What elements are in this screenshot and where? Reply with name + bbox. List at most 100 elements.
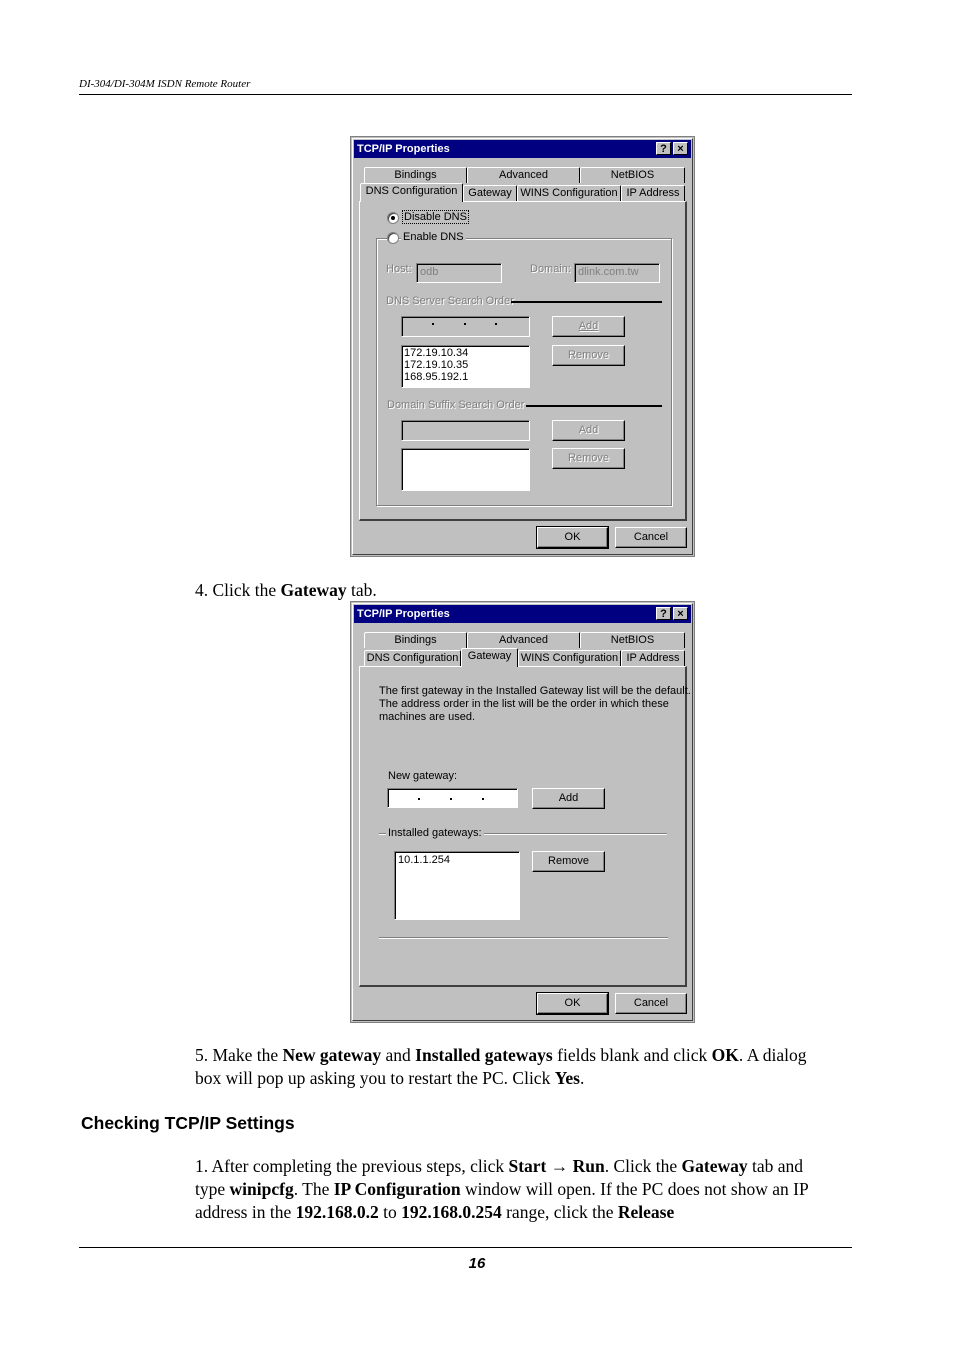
suffix-input[interactable] xyxy=(401,420,530,441)
tab-wins-configuration[interactable]: WINS Configuration xyxy=(518,650,621,666)
title-bar[interactable]: TCP/IP Properties ? × xyxy=(354,605,691,623)
ok-button[interactable]: OK xyxy=(536,992,609,1015)
installed-gateways-list[interactable]: 10.1.1.254 xyxy=(394,851,520,920)
dns-ip-input[interactable] xyxy=(401,316,530,337)
tab-bindings[interactable]: Bindings xyxy=(364,632,467,648)
suffix-add-label: Add xyxy=(578,424,599,436)
suffix-add-button[interactable]: Add xyxy=(552,420,625,441)
domain-label: Domain: xyxy=(530,263,571,275)
bold-run: 192.168.0.2 xyxy=(295,1202,379,1222)
bold-run: Run xyxy=(572,1156,605,1176)
new-gateway-input[interactable] xyxy=(387,788,518,808)
arrow-icon: → xyxy=(546,1156,573,1176)
ip-separator xyxy=(495,323,497,325)
domain-field[interactable]: dlink.com.tw xyxy=(574,263,660,283)
tab-netbios[interactable]: NetBIOS xyxy=(580,167,685,183)
step-5-text: 5. Make the New gateway and Installed ga… xyxy=(195,1044,835,1090)
info-line: The first gateway in the Installed Gatew… xyxy=(379,685,691,697)
text-run: tab. xyxy=(346,580,377,600)
step-4-text: 4. Click the Gateway tab. xyxy=(195,579,377,602)
enable-dns-radio[interactable] xyxy=(387,232,399,244)
section-heading: Checking TCP/IP Settings xyxy=(81,1113,295,1133)
close-icon[interactable]: × xyxy=(673,607,688,620)
tab-advanced[interactable]: Advanced xyxy=(467,632,580,648)
ip-separator xyxy=(464,323,466,325)
tab-panel: Disable DNS Enable DNS Host: odb Domain:… xyxy=(359,201,687,521)
list-item[interactable]: 10.1.1.254 xyxy=(398,854,516,866)
list-item[interactable]: 172.19.10.34 xyxy=(404,347,527,359)
remove-gateway-button[interactable]: Remove xyxy=(532,851,605,872)
tab-dns-configuration[interactable]: DNS Configuration xyxy=(364,650,461,666)
help-icon[interactable]: ? xyxy=(656,607,671,620)
host-label: Host: xyxy=(386,263,412,275)
info-line: The address order in the list will be th… xyxy=(379,698,669,710)
tcpip-dialog-dns: TCP/IP Properties ? × Bindings Advanced … xyxy=(350,136,695,557)
add-gateway-button[interactable]: Add xyxy=(532,788,605,809)
tcpip-dialog-gateway: TCP/IP Properties ? × Bindings Advanced … xyxy=(350,601,695,1023)
ip-separator xyxy=(418,798,420,800)
group-divider xyxy=(526,405,662,407)
installed-gateways-label: Installed gateways: xyxy=(386,827,484,839)
tab-wins-configuration[interactable]: WINS Configuration xyxy=(517,185,621,201)
suffix-order-label: Domain Suffix Search Order xyxy=(387,399,525,411)
suffix-list[interactable] xyxy=(401,448,530,491)
tab-panel: The first gateway in the Installed Gatew… xyxy=(359,666,691,987)
text-run: fields blank and click xyxy=(552,1045,712,1065)
text-run: . xyxy=(579,1068,585,1088)
bold-run: Gateway xyxy=(280,580,347,600)
ip-separator xyxy=(450,798,452,800)
dns-add-button[interactable]: Add xyxy=(552,316,625,337)
tab-dns-configuration[interactable]: DNS Configuration xyxy=(360,183,463,202)
host-field[interactable]: odb xyxy=(416,263,502,283)
dns-remove-label: Remove xyxy=(568,349,609,361)
dns-server-list[interactable]: 172.19.10.34 172.19.10.35 168.95.192.1 xyxy=(401,345,530,388)
cancel-button[interactable]: Cancel xyxy=(615,993,687,1014)
ok-button[interactable]: OK xyxy=(536,526,609,549)
tab-gateway[interactable]: Gateway xyxy=(461,648,518,667)
step-1-text: 1. After completing the previous steps, … xyxy=(195,1155,837,1224)
tab-advanced[interactable]: Advanced xyxy=(467,167,580,183)
disable-dns-radio[interactable] xyxy=(387,212,399,224)
text-run: to xyxy=(378,1202,402,1222)
ip-separator xyxy=(432,323,434,325)
close-icon[interactable]: × xyxy=(673,142,688,155)
tab-ip-address[interactable]: IP Address xyxy=(621,185,685,201)
new-gateway-label: New gateway: xyxy=(388,770,458,782)
list-item[interactable]: 168.95.192.1 xyxy=(404,371,527,383)
running-head: DI-304/DI-304M ISDN Remote Router xyxy=(79,78,251,90)
text-run: 1. After completing the previous steps, … xyxy=(195,1156,509,1176)
cancel-button[interactable]: Cancel xyxy=(615,527,687,548)
suffix-remove-button[interactable]: Remove xyxy=(552,448,625,469)
radio-selected-dot xyxy=(391,216,395,220)
text-run: 5. Make the xyxy=(195,1045,283,1065)
dns-order-label: DNS Server Search Order xyxy=(386,295,514,307)
group-divider xyxy=(511,301,662,303)
help-icon[interactable]: ? xyxy=(656,142,671,155)
tab-bindings[interactable]: Bindings xyxy=(364,167,467,183)
gateway-info-text: The first gateway in the Installed Gatew… xyxy=(379,685,691,724)
list-item[interactable]: 172.19.10.35 xyxy=(404,359,527,371)
info-line: machines are used. xyxy=(379,711,475,723)
text-run: 4. Click the xyxy=(195,580,281,600)
bold-run: OK xyxy=(711,1045,739,1065)
text-run: and xyxy=(381,1045,416,1065)
bold-run: 192.168.0.254 xyxy=(401,1202,502,1222)
tab-gateway[interactable]: Gateway xyxy=(463,185,517,201)
suffix-remove-label: Remove xyxy=(568,452,609,464)
bold-run: Yes xyxy=(554,1068,580,1088)
text-run: range, click the xyxy=(501,1202,618,1222)
bold-run: IP Configuration xyxy=(333,1179,461,1199)
dns-remove-button[interactable]: Remove xyxy=(552,345,625,366)
tab-ip-address[interactable]: IP Address xyxy=(621,650,685,666)
bold-run: Installed gateways xyxy=(415,1045,553,1065)
bold-run: Release xyxy=(617,1202,675,1222)
text-run: . Click the xyxy=(604,1156,682,1176)
disable-dns-label[interactable]: Disable DNS xyxy=(402,210,469,224)
title-bar[interactable]: TCP/IP Properties ? × xyxy=(354,140,691,158)
bottom-divider xyxy=(379,937,668,938)
footer-rule xyxy=(79,1247,852,1248)
text-run: . The xyxy=(293,1179,334,1199)
bold-run: winipcfg xyxy=(229,1179,294,1199)
enable-dns-label[interactable]: Enable DNS xyxy=(401,231,466,243)
tab-netbios[interactable]: NetBIOS xyxy=(580,632,685,648)
